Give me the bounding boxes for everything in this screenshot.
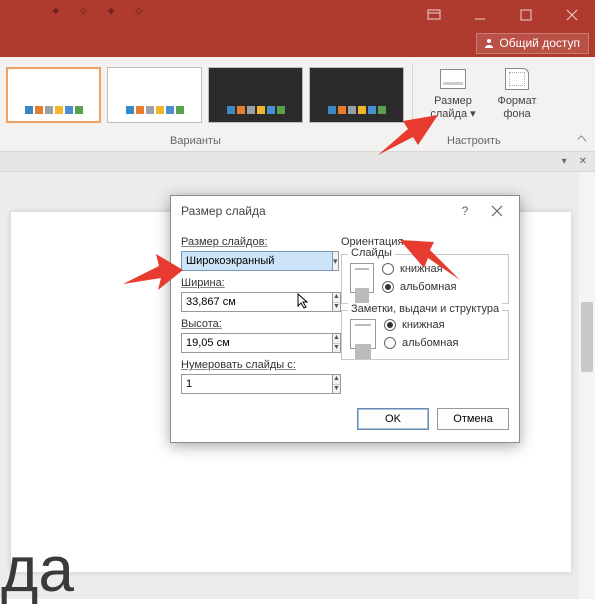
subbar-dropdown-icon[interactable]: ▾ xyxy=(558,156,571,167)
slides-group-label: Слайды xyxy=(348,247,395,259)
spin-down-icon[interactable]: ▼ xyxy=(333,303,340,312)
share-label: Общий доступ xyxy=(499,36,580,50)
notes-landscape-radio[interactable]: альбомная xyxy=(384,337,458,349)
variant-gallery[interactable] xyxy=(6,63,404,123)
slides-landscape-radio[interactable]: альбомная xyxy=(382,281,456,293)
spin-down-icon[interactable]: ▼ xyxy=(333,385,340,394)
dialog-title: Размер слайда xyxy=(181,204,266,218)
slides-orientation-group: Слайды книжная альбомная xyxy=(341,254,509,304)
page-portrait-icon xyxy=(350,319,376,349)
variant-thumb-3[interactable] xyxy=(208,67,303,123)
share-bar: Общий доступ xyxy=(0,30,595,57)
vertical-scrollbar[interactable] xyxy=(579,172,595,599)
ribbon: Размер слайда ▾ Формат фона Варианты Нас… xyxy=(0,57,595,152)
slide-title-text: да xyxy=(1,532,74,606)
collapse-ribbon-icon[interactable]: へ xyxy=(577,130,587,145)
width-label: Ширина: xyxy=(181,277,331,289)
variant-thumb-4[interactable] xyxy=(309,67,404,123)
minimize-button[interactable] xyxy=(457,0,503,30)
number-from-spinner[interactable]: ▲▼ xyxy=(181,374,237,394)
share-button[interactable]: Общий доступ xyxy=(476,33,589,54)
titlebar-decoration: ✦ ✧ ✦ ✧ xyxy=(50,3,151,20)
slide-size-button[interactable]: Размер слайда ▾ xyxy=(421,65,485,120)
group-label-custom: Настроить xyxy=(447,135,501,147)
variant-thumb-1[interactable] xyxy=(6,67,101,123)
ribbon-display-options-icon[interactable] xyxy=(411,0,457,30)
variant-thumb-2[interactable] xyxy=(107,67,202,123)
slide-size-dialog: Размер слайда ? Размер слайдов: ▾ Ширина… xyxy=(170,195,520,443)
spin-up-icon[interactable]: ▲ xyxy=(333,293,340,303)
slide-size-label: Размер слайда ▾ xyxy=(421,95,485,120)
document-subbar: ▾ ✕ xyxy=(0,152,595,172)
size-for-combo[interactable]: ▾ xyxy=(181,251,331,271)
group-label-variants: Варианты xyxy=(170,135,221,147)
subbar-close-icon[interactable]: ✕ xyxy=(575,156,591,167)
dialog-titlebar[interactable]: Размер слайда ? xyxy=(171,196,519,226)
ok-button[interactable]: OK xyxy=(357,408,429,430)
cancel-button[interactable]: Отмена xyxy=(437,408,509,430)
format-background-button[interactable]: Формат фона xyxy=(485,65,549,120)
spin-up-icon[interactable]: ▲ xyxy=(333,375,340,385)
notes-portrait-radio[interactable]: книжная xyxy=(384,319,458,331)
notes-orientation-group: Заметки, выдачи и структура книжная альб… xyxy=(341,310,509,360)
height-input[interactable] xyxy=(181,333,333,353)
format-background-label: Формат фона xyxy=(485,95,549,120)
format-background-icon xyxy=(505,68,529,90)
notes-group-label: Заметки, выдачи и структура xyxy=(348,303,502,315)
size-for-label: Размер слайдов: xyxy=(181,236,331,248)
close-button[interactable] xyxy=(549,0,595,30)
dialog-close-button[interactable] xyxy=(481,197,513,225)
combo-dropdown-icon[interactable]: ▾ xyxy=(333,251,339,271)
slides-portrait-radio[interactable]: книжная xyxy=(382,263,456,275)
height-label: Высота: xyxy=(181,318,331,330)
number-from-label: Нумеровать слайды с: xyxy=(181,359,331,371)
scrollbar-thumb[interactable] xyxy=(581,302,593,372)
page-portrait-icon xyxy=(350,263,374,293)
number-from-input[interactable] xyxy=(181,374,333,394)
width-spinner[interactable]: ▲▼ xyxy=(181,292,261,312)
size-for-input[interactable] xyxy=(181,251,333,271)
height-spinner[interactable]: ▲▼ xyxy=(181,333,261,353)
width-input[interactable] xyxy=(181,292,333,312)
slide-size-icon xyxy=(440,69,466,89)
spin-down-icon[interactable]: ▼ xyxy=(333,344,340,353)
share-icon xyxy=(483,37,495,49)
maximize-button[interactable] xyxy=(503,0,549,30)
window-controls xyxy=(411,0,595,30)
dialog-help-button[interactable]: ? xyxy=(449,197,481,225)
ribbon-separator xyxy=(412,63,413,141)
title-bar: ✦ ✧ ✦ ✧ xyxy=(0,0,595,30)
spin-up-icon[interactable]: ▲ xyxy=(333,334,340,344)
